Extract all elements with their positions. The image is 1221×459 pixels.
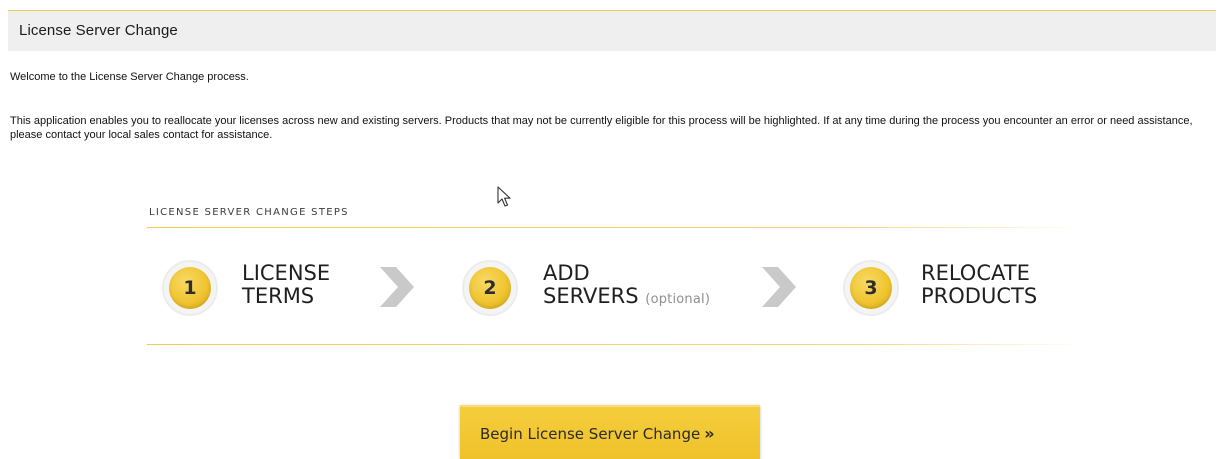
steps-heading: LICENSE SERVER CHANGE STEPS	[149, 207, 349, 218]
mouse-pointer-icon	[497, 186, 511, 207]
step-label: ADD SERVERS (optional)	[543, 262, 710, 311]
begin-license-server-change-button[interactable]: Begin License Server Change»	[460, 405, 760, 459]
welcome-text: Welcome to the License Server Change pro…	[10, 71, 249, 83]
step-number: 2	[483, 277, 497, 299]
step-number-badge: 2	[462, 260, 518, 316]
optional-note: (optional)	[645, 292, 711, 307]
description-text: This application enables you to realloca…	[10, 115, 1193, 141]
page-title: License Server Change	[19, 22, 178, 39]
step-number: 1	[183, 277, 197, 299]
double-chevron-right-icon: »	[704, 424, 715, 443]
chevron-right-icon	[762, 267, 796, 307]
begin-button-label: Begin License Server Change	[480, 425, 701, 443]
step-label-line1: LICENSE	[242, 261, 331, 285]
step-label: LICENSE TERMS	[242, 262, 330, 308]
divider	[147, 227, 1085, 228]
chevron-right-icon	[380, 267, 414, 307]
step-label-line2: PRODUCTS	[921, 284, 1038, 308]
step-label-line2: SERVERS	[543, 284, 639, 308]
step-number: 3	[864, 277, 878, 299]
divider	[147, 344, 1085, 345]
step-number-badge: 1	[162, 260, 218, 316]
page-header: License Server Change	[8, 10, 1216, 51]
step-number-badge: 3	[843, 260, 899, 316]
step-label: RELOCATE PRODUCTS	[921, 262, 1037, 308]
step-label-line1: RELOCATE	[921, 261, 1030, 285]
step-label-line2: TERMS	[242, 284, 315, 308]
step-label-line1: ADD	[543, 261, 590, 285]
